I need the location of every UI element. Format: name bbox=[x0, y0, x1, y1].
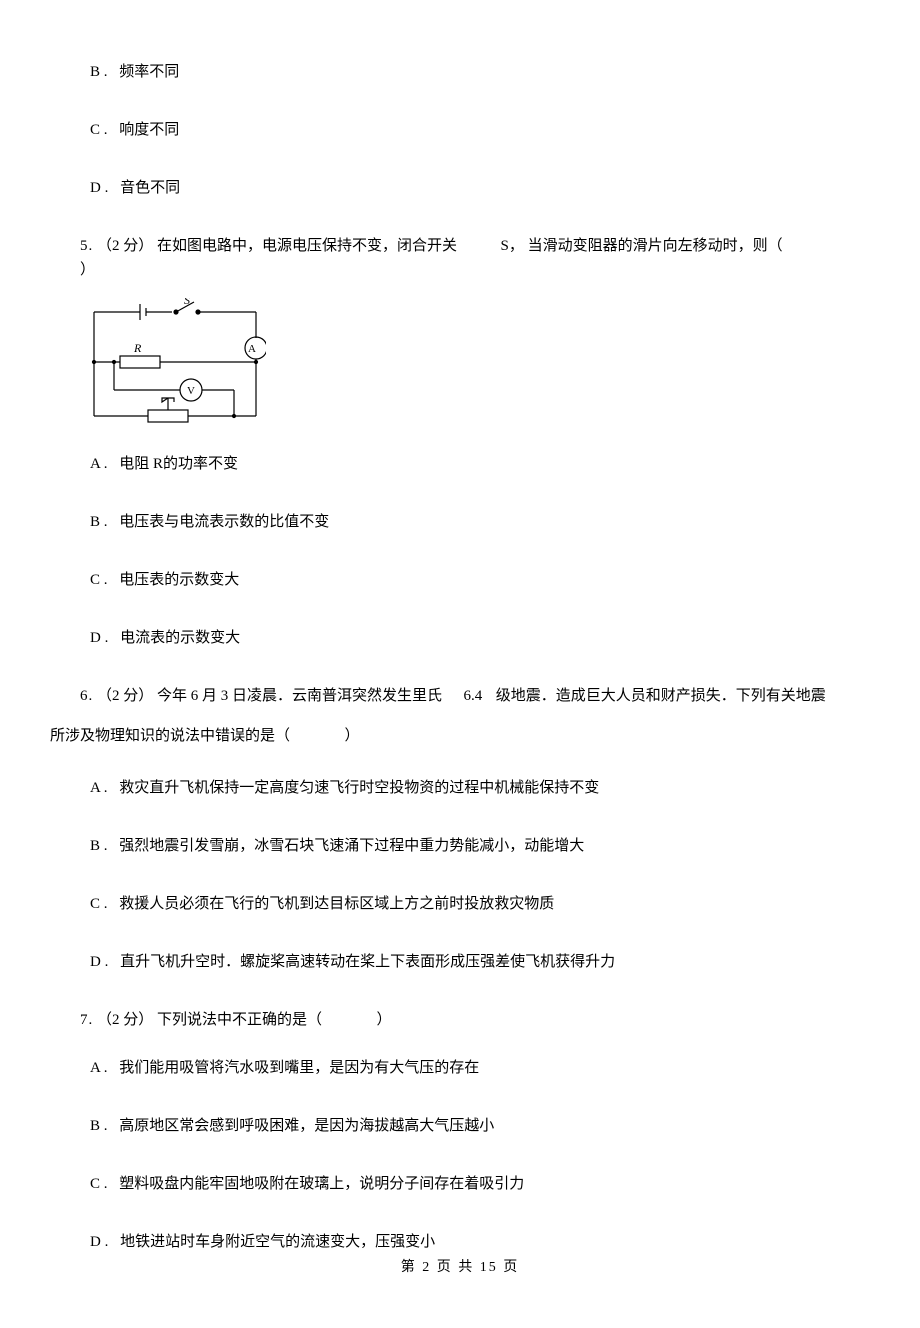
blank-paren bbox=[294, 728, 341, 744]
option-label: C . bbox=[90, 1176, 108, 1192]
q5-option-c: C . 电压表的示数变大 bbox=[90, 568, 840, 592]
q6-option-b: B . 强烈地震引发雪崩，冰雪石块飞速涌下过程中重力势能减小，动能增大 bbox=[90, 834, 840, 858]
option-text: 高原地区常会感到呼吸困难，是因为海拔越高大气压越小 bbox=[119, 1118, 494, 1134]
option-label: B . bbox=[90, 514, 108, 530]
option-label: C . bbox=[90, 896, 108, 912]
option-text: 电阻 R的功率不变 bbox=[119, 456, 238, 472]
option-text: 频率不同 bbox=[119, 64, 179, 80]
option-label: A . bbox=[90, 780, 108, 796]
question-7: 7. （2 分） 下列说法中不正确的是（ ） bbox=[80, 1008, 840, 1032]
circuit-diagram: S R A V bbox=[84, 298, 266, 428]
question-text: 级地震．造成巨大人员和财产损失．下列有关地震 bbox=[496, 688, 826, 704]
q7-option-b: B . 高原地区常会感到呼吸困难，是因为海拔越高大气压越小 bbox=[90, 1114, 840, 1138]
q7-option-d: D . 地铁进站时车身附近空气的流速变大，压强变小 bbox=[90, 1230, 840, 1254]
option-label: A . bbox=[90, 1060, 108, 1076]
option-label: B . bbox=[90, 838, 108, 854]
question-number: 7. bbox=[80, 1012, 93, 1028]
q5-option-b: B . 电压表与电流表示数的比值不变 bbox=[90, 510, 840, 534]
option-text: 我们能用吸管将汽水吸到嘴里，是因为有大气压的存在 bbox=[119, 1060, 479, 1076]
question-text: 下列说法中不正确的是（ bbox=[157, 1012, 322, 1028]
option-text: 电压表的示数变大 bbox=[119, 572, 239, 588]
voltmeter-v-label: V bbox=[187, 385, 195, 397]
question-6-cont: 所涉及物理知识的说法中错误的是（ ） bbox=[50, 724, 840, 748]
option-text: 响度不同 bbox=[119, 122, 179, 138]
option-label: D . bbox=[90, 1234, 108, 1250]
q6-option-a: A . 救灾直升飞机保持一定高度匀速飞行时空投物资的过程中机械能保持不变 bbox=[90, 776, 840, 800]
question-5: 5. （2 分） 在如图电路中，电源电压保持不变，闭合开关 S， 当滑动变阻器的… bbox=[80, 234, 840, 282]
resistor-r-label: R bbox=[133, 341, 142, 355]
prev-option-c: C . 响度不同 bbox=[80, 118, 840, 142]
question-text: 今年 6 月 3 日凌晨．云南普洱突然发生里氏 bbox=[157, 688, 442, 704]
option-text: 音色不同 bbox=[120, 180, 180, 196]
ammeter-a-label: A bbox=[248, 343, 256, 355]
option-text: 电流表的示数变大 bbox=[120, 630, 240, 646]
prev-option-d: D . 音色不同 bbox=[80, 176, 840, 200]
question-number: 5. bbox=[80, 238, 93, 254]
option-label: A . bbox=[90, 456, 108, 472]
question-text: 当滑动变阻器的滑片向左移动时，则（ bbox=[528, 238, 783, 254]
question-text: 在如图电路中，电源电压保持不变，闭合开关 bbox=[157, 238, 457, 254]
points-label: （2 分） bbox=[97, 238, 153, 254]
points-label: （2 分） bbox=[97, 1012, 153, 1028]
option-text: 塑料吸盘内能牢固地吸附在玻璃上，说明分子间存在着吸引力 bbox=[119, 1176, 524, 1192]
option-text: 救援人员必须在飞行的飞机到达目标区域上方之前时投放救灾物质 bbox=[119, 896, 554, 912]
q5-option-a: A . 电阻 R的功率不变 bbox=[90, 452, 840, 476]
page-footer: 第 2 页 共 15 页 bbox=[0, 1257, 920, 1279]
option-label: D . bbox=[90, 180, 108, 196]
question-6: 6. （2 分） 今年 6 月 3 日凌晨．云南普洱突然发生里氏 6.4 级地震… bbox=[80, 684, 840, 708]
q7-option-a: A . 我们能用吸管将汽水吸到嘴里，是因为有大气压的存在 bbox=[90, 1056, 840, 1080]
option-label: C . bbox=[90, 572, 108, 588]
close-paren: ） bbox=[377, 1012, 392, 1028]
q7-option-c: C . 塑料吸盘内能牢固地吸附在玻璃上，说明分子间存在着吸引力 bbox=[90, 1172, 840, 1196]
option-label: D . bbox=[90, 954, 108, 970]
question-text: 所涉及物理知识的说法中错误的是（ bbox=[50, 728, 290, 744]
option-text: 救灾直升飞机保持一定高度匀速飞行时空投物资的过程中机械能保持不变 bbox=[119, 780, 599, 796]
close-paren: ） bbox=[80, 262, 95, 278]
blank-paren bbox=[786, 238, 833, 254]
question-number: 6. bbox=[80, 688, 93, 704]
magnitude: 6.4 bbox=[464, 688, 483, 704]
option-label: D . bbox=[90, 630, 108, 646]
prev-option-b: B . 频率不同 bbox=[80, 60, 840, 84]
option-label: B . bbox=[90, 1118, 108, 1134]
option-label: B . bbox=[90, 64, 108, 80]
switch-label: S， bbox=[501, 238, 524, 254]
blank-paren bbox=[326, 1012, 373, 1028]
option-label: C . bbox=[90, 122, 108, 138]
option-text: 强烈地震引发雪崩，冰雪石块飞速涌下过程中重力势能减小，动能增大 bbox=[119, 838, 584, 854]
option-text: 电压表与电流表示数的比值不变 bbox=[119, 514, 329, 530]
switch-s-label: S bbox=[184, 298, 190, 307]
points-label: （2 分） bbox=[97, 688, 153, 704]
q6-option-c: C . 救援人员必须在飞行的飞机到达目标区域上方之前时投放救灾物质 bbox=[90, 892, 840, 916]
option-text: 直升飞机升空时．螺旋桨高速转动在桨上下表面形成压强差使飞机获得升力 bbox=[120, 954, 615, 970]
q6-option-d: D . 直升飞机升空时．螺旋桨高速转动在桨上下表面形成压强差使飞机获得升力 bbox=[90, 950, 840, 974]
close-paren: ） bbox=[345, 728, 360, 744]
option-text: 地铁进站时车身附近空气的流速变大，压强变小 bbox=[120, 1234, 435, 1250]
q5-option-d: D . 电流表的示数变大 bbox=[90, 626, 840, 650]
